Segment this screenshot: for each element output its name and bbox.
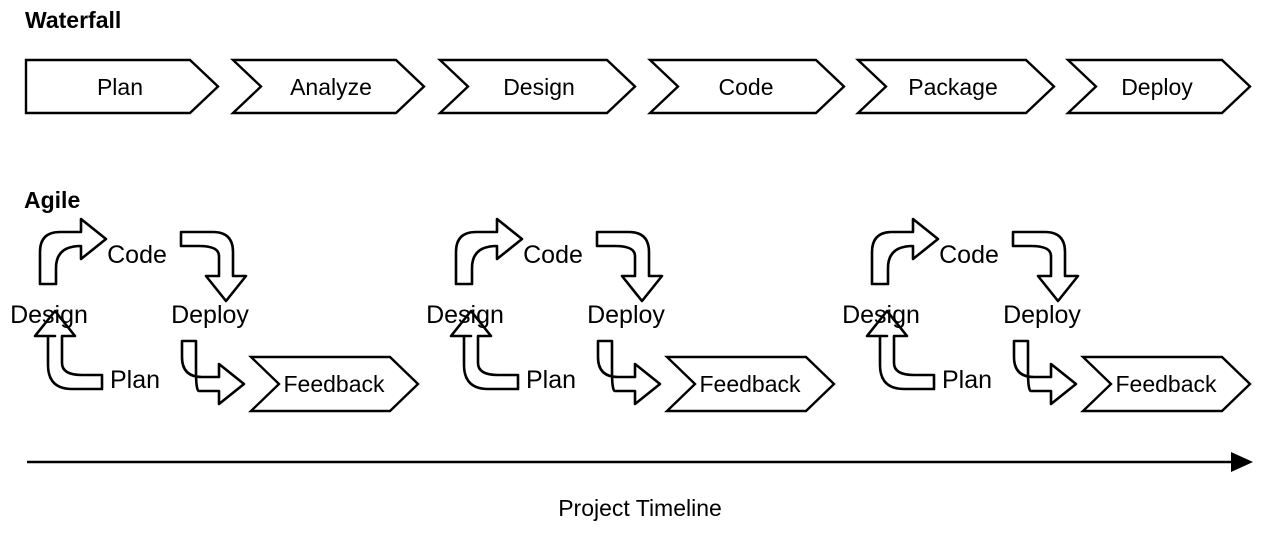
waterfall-stage-label: Code [719,74,774,100]
timeline-label: Project Timeline [558,495,722,521]
waterfall-heading: Waterfall [25,7,121,33]
waterfall-vs-agile-diagram: Waterfall Plan Analyze Design Code Packa… [0,0,1265,534]
agile-label-design: Design [842,301,920,329]
agile-label-deploy: Deploy [171,301,249,329]
agile-label-code: Code [107,241,167,269]
waterfall-stage-label: Plan [97,74,143,100]
agile-heading: Agile [24,187,80,213]
agile-feedback-label: Feedback [283,371,385,397]
agile-feedback-label: Feedback [699,371,801,397]
waterfall-stage-label: Analyze [290,74,372,100]
waterfall-stage-analyze[interactable]: Analyze [229,58,426,115]
waterfall-stage-label: Package [908,74,998,100]
agile-label-plan: Plan [526,366,576,394]
agile-label-deploy: Deploy [1003,301,1081,329]
agile-label-design: Design [10,301,88,329]
agile-label-deploy: Deploy [587,301,665,329]
waterfall-stage-package[interactable]: Package [854,58,1056,115]
waterfall-stage-deploy[interactable]: Deploy [1064,58,1252,115]
agile-label-plan: Plan [942,366,992,394]
agile-label-plan: Plan [110,366,160,394]
waterfall-stage-code[interactable]: Code [646,58,846,115]
agile-feedback-label: Feedback [1115,371,1217,397]
waterfall-stage-label: Design [503,74,575,100]
waterfall-stage-plan[interactable]: Plan [24,58,220,115]
waterfall-stage-design[interactable]: Design [436,58,637,115]
agile-label-code: Code [523,241,583,269]
waterfall-stage-label: Deploy [1121,74,1193,100]
agile-label-design: Design [426,301,504,329]
agile-label-code: Code [939,241,999,269]
